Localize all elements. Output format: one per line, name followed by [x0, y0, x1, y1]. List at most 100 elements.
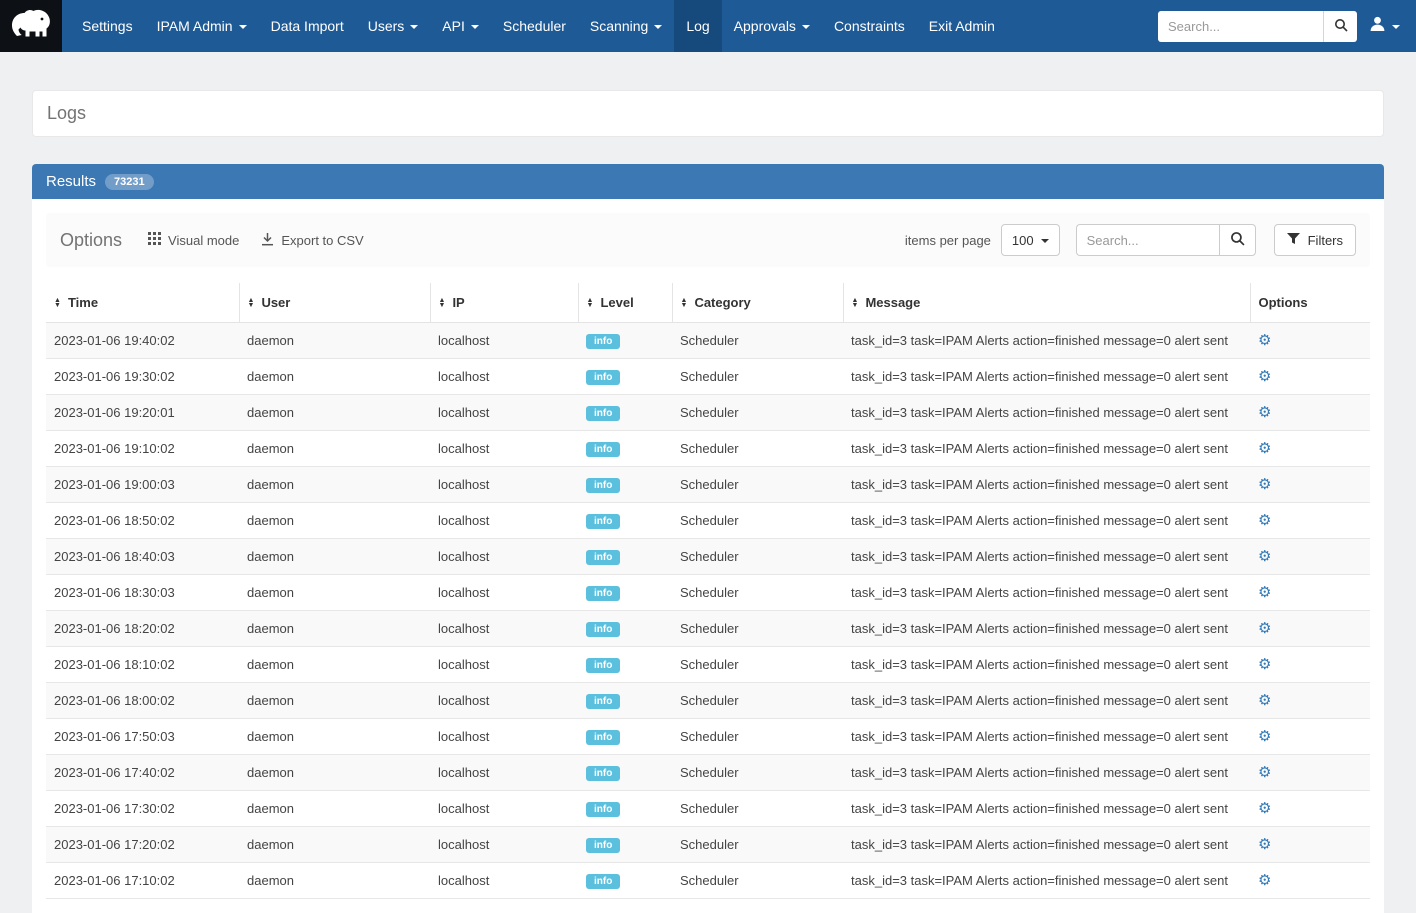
level-badge: info	[586, 622, 620, 637]
gear-icon[interactable]: ⚙	[1258, 440, 1271, 457]
cell-message: task_id=3 task=IPAM Alerts action=finish…	[843, 647, 1250, 683]
gear-icon[interactable]: ⚙	[1258, 512, 1271, 529]
navbar-item-scheduler[interactable]: Scheduler	[491, 0, 578, 52]
cell-level: info	[578, 503, 672, 539]
cell-time: 2023-01-06 18:00:02	[46, 683, 239, 719]
level-badge: info	[586, 370, 620, 385]
gear-icon[interactable]: ⚙	[1258, 404, 1271, 421]
navbar-item-approvals[interactable]: Approvals	[722, 0, 822, 52]
gear-icon[interactable]: ⚙	[1258, 800, 1271, 817]
table-search-button[interactable]	[1219, 224, 1256, 256]
chevron-down-icon	[410, 25, 418, 29]
cell-options: ⚙	[1250, 359, 1370, 395]
cell-options: ⚙	[1250, 467, 1370, 503]
visual-mode-button[interactable]: Visual mode	[148, 232, 239, 248]
items-per-page-select[interactable]: 100	[1001, 224, 1060, 256]
gear-icon[interactable]: ⚙	[1258, 620, 1271, 637]
cell-options: ⚙	[1250, 431, 1370, 467]
gear-icon[interactable]: ⚙	[1258, 548, 1271, 565]
mammoth-logo-icon	[9, 7, 53, 46]
chevron-down-icon	[239, 25, 247, 29]
cell-message: task_id=3 task=IPAM Alerts action=finish…	[843, 683, 1250, 719]
column-header-level[interactable]: ▲▼ Level	[578, 283, 672, 323]
cell-user: daemon	[239, 611, 430, 647]
cell-options: ⚙	[1250, 755, 1370, 791]
gear-icon[interactable]: ⚙	[1258, 692, 1271, 709]
gear-icon[interactable]: ⚙	[1258, 332, 1271, 349]
navbar-item-settings[interactable]: Settings	[70, 0, 145, 52]
logs-title-panel: Logs	[32, 90, 1384, 137]
navbar-item-constraints[interactable]: Constraints	[822, 0, 917, 52]
cell-level: info	[578, 431, 672, 467]
navbar-item-exit-admin[interactable]: Exit Admin	[917, 0, 1007, 52]
options-title: Options	[60, 230, 122, 251]
navbar-item-api[interactable]: API	[430, 0, 491, 52]
cell-time: 2023-01-06 18:20:02	[46, 611, 239, 647]
gear-icon[interactable]: ⚙	[1258, 584, 1271, 601]
app-logo[interactable]	[0, 0, 62, 52]
chevron-down-icon	[1041, 239, 1049, 243]
level-badge: info	[586, 694, 620, 709]
log-table: ▲▼ Time ▲▼ User ▲▼ IP ▲▼ Level ▲▼ Catego…	[46, 283, 1370, 899]
cell-category: Scheduler	[672, 323, 843, 359]
navbar-search-input[interactable]	[1158, 11, 1323, 42]
cell-options: ⚙	[1250, 395, 1370, 431]
column-header-label: Level	[600, 295, 633, 310]
gear-icon[interactable]: ⚙	[1258, 476, 1271, 493]
grid-icon	[148, 232, 161, 248]
gear-icon[interactable]: ⚙	[1258, 728, 1271, 745]
column-header-label: Options	[1259, 295, 1308, 310]
level-badge: info	[586, 334, 620, 349]
chevron-down-icon	[471, 25, 479, 29]
visual-mode-label: Visual mode	[168, 233, 239, 248]
sort-icon: ▲▼	[439, 298, 446, 308]
navbar-item-data-import[interactable]: Data Import	[259, 0, 356, 52]
gear-icon[interactable]: ⚙	[1258, 368, 1271, 385]
results-panel-body: Options Visual mode	[32, 199, 1384, 913]
column-header-label: Category	[694, 295, 750, 310]
gear-icon[interactable]: ⚙	[1258, 764, 1271, 781]
cell-category: Scheduler	[672, 683, 843, 719]
column-header-ip[interactable]: ▲▼ IP	[430, 283, 578, 323]
column-header-time[interactable]: ▲▼ Time	[46, 283, 239, 323]
column-header-user[interactable]: ▲▼ User	[239, 283, 430, 323]
cell-ip: localhost	[430, 467, 578, 503]
gear-icon[interactable]: ⚙	[1258, 656, 1271, 673]
navbar-item-label: Scheduler	[503, 18, 566, 34]
level-badge: info	[586, 442, 620, 457]
column-header-category[interactable]: ▲▼ Category	[672, 283, 843, 323]
cell-category: Scheduler	[672, 467, 843, 503]
filters-button[interactable]: Filters	[1274, 224, 1356, 256]
cell-time: 2023-01-06 19:00:03	[46, 467, 239, 503]
column-header-label: IP	[452, 295, 464, 310]
cell-category: Scheduler	[672, 791, 843, 827]
cell-message: task_id=3 task=IPAM Alerts action=finish…	[843, 611, 1250, 647]
cell-user: daemon	[239, 575, 430, 611]
navbar-item-scanning[interactable]: Scanning	[578, 0, 674, 52]
log-table-body: 2023-01-06 19:40:02 daemon localhost inf…	[46, 323, 1370, 899]
gear-icon[interactable]: ⚙	[1258, 872, 1271, 889]
level-badge: info	[586, 658, 620, 673]
navbar-item-ipam-admin[interactable]: IPAM Admin	[145, 0, 259, 52]
export-csv-button[interactable]: Export to CSV	[261, 232, 363, 249]
gear-icon[interactable]: ⚙	[1258, 836, 1271, 853]
navbar-search-button[interactable]	[1323, 11, 1357, 42]
cell-user: daemon	[239, 467, 430, 503]
navbar-item-users[interactable]: Users	[356, 0, 431, 52]
table-search-input[interactable]	[1076, 224, 1219, 256]
column-header-message[interactable]: ▲▼ Message	[843, 283, 1250, 323]
cell-ip: localhost	[430, 791, 578, 827]
cell-level: info	[578, 683, 672, 719]
navbar-item-log[interactable]: Log	[674, 0, 721, 52]
cell-category: Scheduler	[672, 827, 843, 863]
cell-time: 2023-01-06 18:30:03	[46, 575, 239, 611]
cell-ip: localhost	[430, 647, 578, 683]
cell-options: ⚙	[1250, 575, 1370, 611]
navbar-item-label: Data Import	[271, 18, 344, 34]
level-badge: info	[586, 802, 620, 817]
table-row: 2023-01-06 18:20:02 daemon localhost inf…	[46, 611, 1370, 647]
cell-level: info	[578, 575, 672, 611]
navbar-right	[1158, 0, 1416, 52]
user-menu[interactable]	[1369, 15, 1400, 37]
cell-level: info	[578, 647, 672, 683]
